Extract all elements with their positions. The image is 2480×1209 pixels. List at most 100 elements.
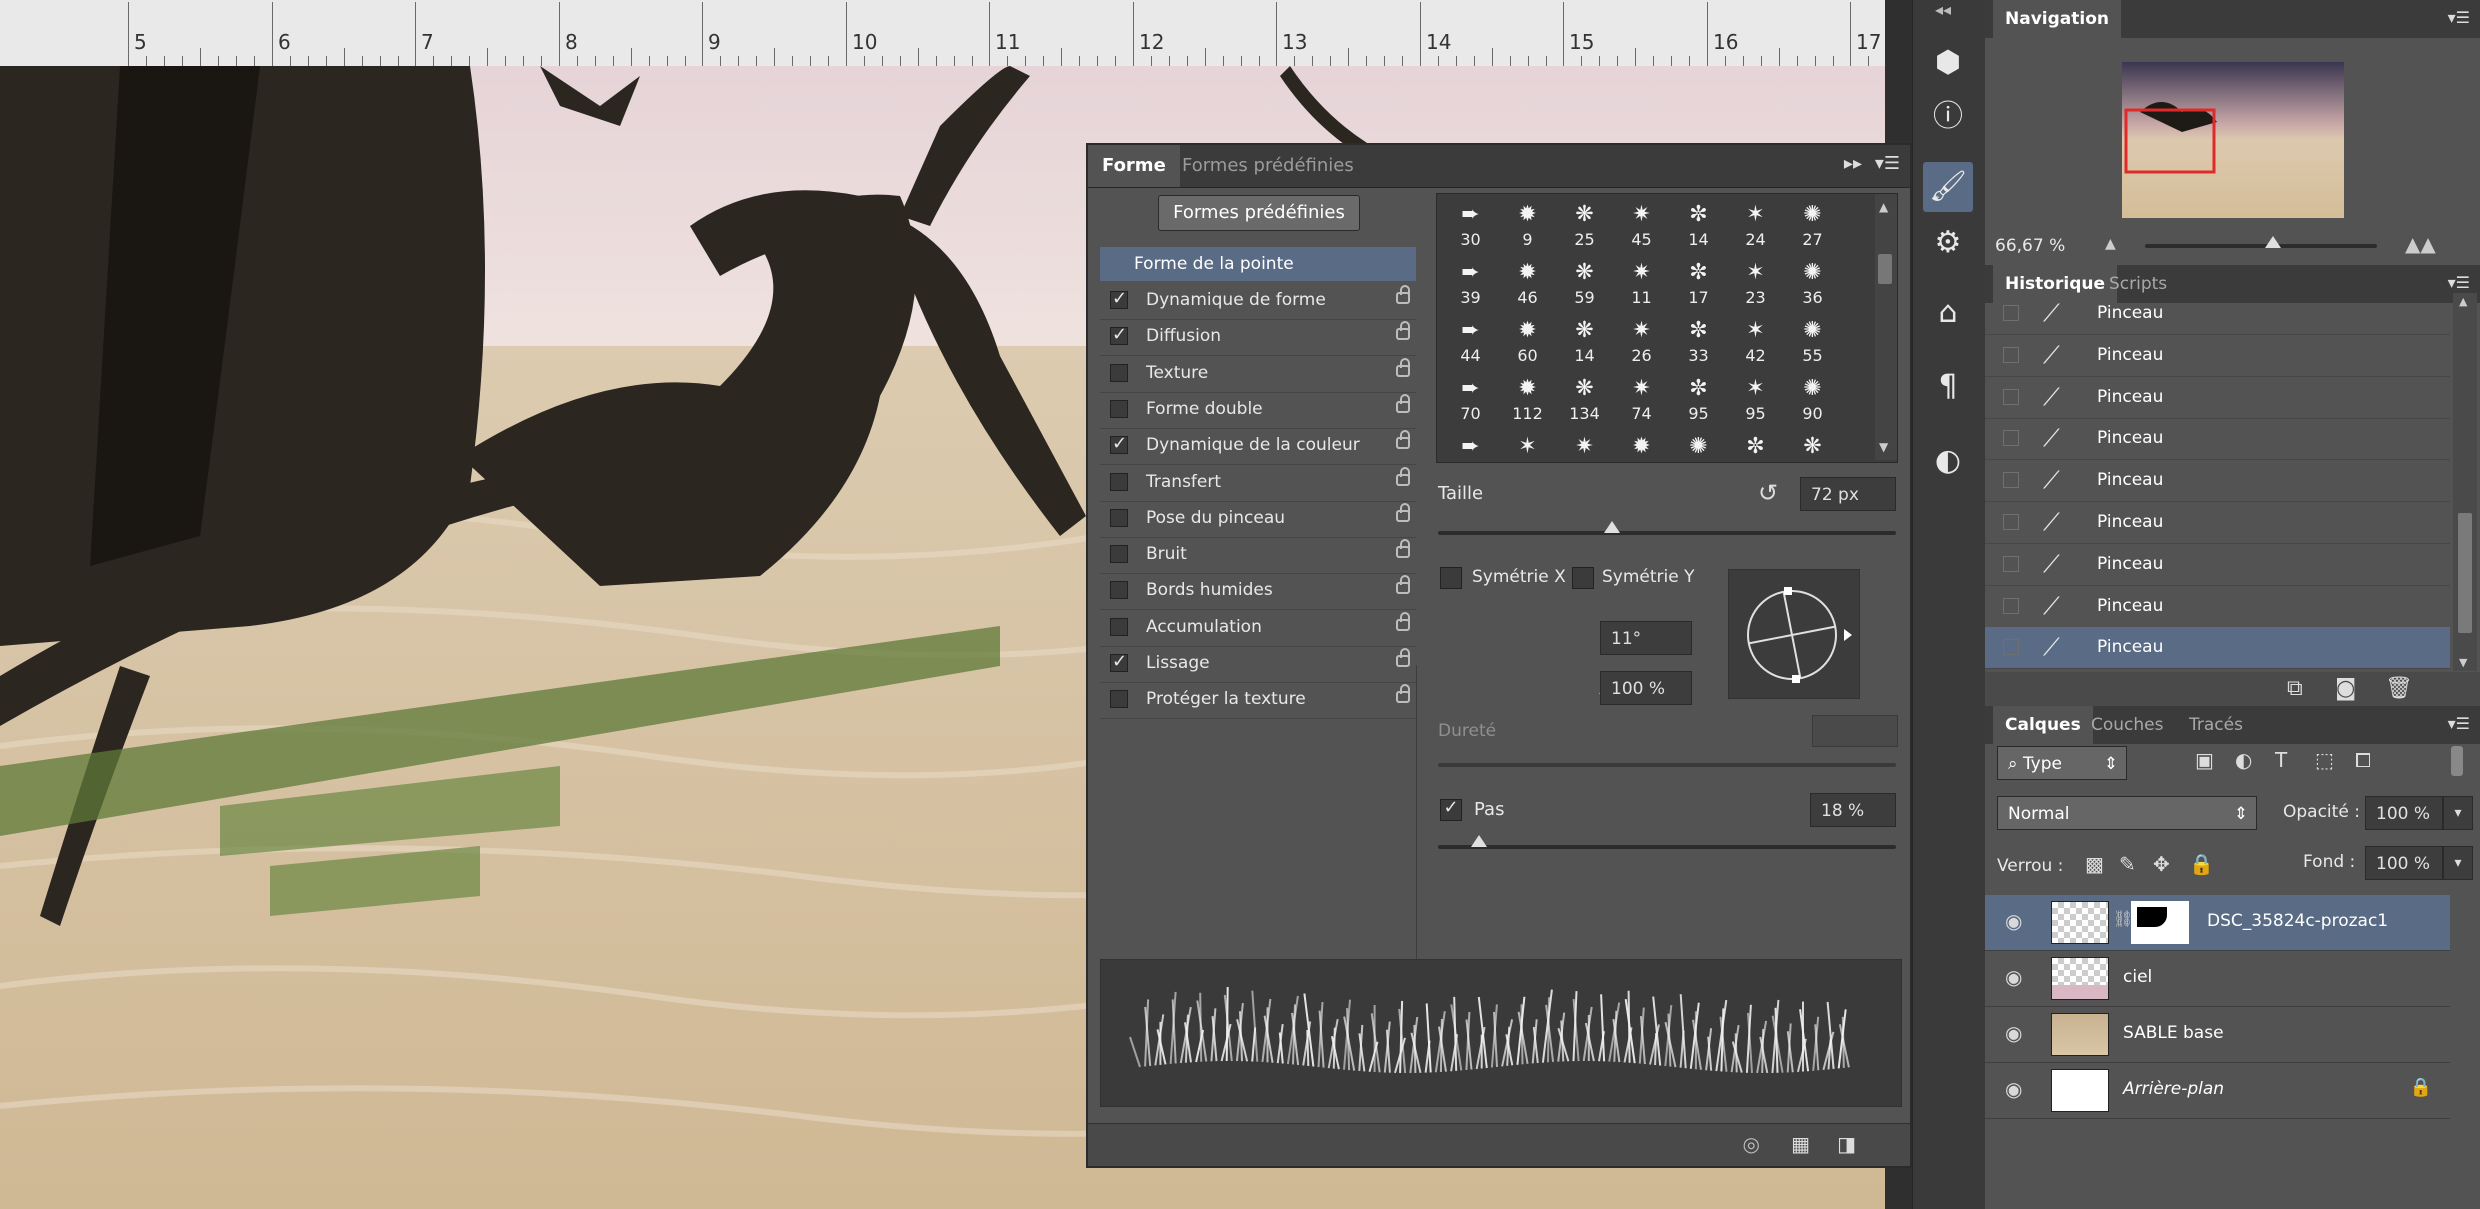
brush-option-row[interactable]: Forme double	[1100, 392, 1416, 429]
visibility-eye-icon[interactable]: ◉	[2005, 965, 2022, 989]
scroll-thumb[interactable]	[2458, 513, 2472, 633]
reset-size-icon[interactable]: ↺	[1758, 479, 1778, 507]
lock-icon[interactable]	[1396, 611, 1410, 631]
filter-adjustment-icon[interactable]: ◐	[2235, 748, 2252, 772]
panel-menu-icon[interactable]: ▾☰	[2448, 8, 2470, 27]
3d-icon[interactable]: ⬢	[1923, 38, 1973, 88]
grid-view-icon[interactable]: ▦	[1791, 1132, 1810, 1156]
brush-tip[interactable]: ✶	[1500, 432, 1555, 456]
history-state[interactable]: ⟋ Pinceau	[1985, 377, 2450, 419]
panel-menu-icon[interactable]: ▾☰	[2448, 273, 2470, 292]
history-scrollbar[interactable]: ▲ ▼	[2453, 293, 2477, 671]
brush-tip[interactable]: ✼ 33	[1671, 316, 1726, 374]
zoom-slider-thumb[interactable]	[2264, 236, 2281, 248]
brush-tip[interactable]: ✼ 14	[1671, 200, 1726, 258]
brush-tip[interactable]: ❋ 134	[1557, 374, 1612, 432]
layer-thumbnail[interactable]	[2051, 1013, 2109, 1056]
visibility-eye-icon[interactable]: ◉	[2005, 1021, 2022, 1045]
brush-tip[interactable]: ✶ 95	[1728, 374, 1783, 432]
layer-row[interactable]: ◉ SABLE base	[1985, 1007, 2450, 1063]
history-state[interactable]: ⟋ Pinceau	[1985, 293, 2450, 335]
trash-icon[interactable]: 🗑	[2385, 676, 2413, 701]
layer-row[interactable]: ◉ ⛓ DSC_35824c-prozac1	[1985, 895, 2450, 951]
brush-option-checkbox[interactable]	[1110, 508, 1128, 527]
filter-pixel-icon[interactable]: ▣	[2195, 748, 2214, 772]
fill-field[interactable]: 100 %	[2365, 846, 2443, 880]
symmetry-y-checkbox[interactable]	[1572, 567, 1594, 589]
layer-thumbnail[interactable]	[2051, 1069, 2109, 1112]
brush-tip[interactable]: ✼ 17	[1671, 258, 1726, 316]
brush-tip-grid[interactable]: ➨ 30 ✹ 9 ❋ 25 ✷ 45 ✼ 14 ✶ 24 ✺ 27 ➨ 39 ✹ 46 ❋ 59 ✷ 11 ✼ 17 ✶ 23 ✺ 3…	[1436, 193, 1898, 463]
brush-tip[interactable]: ✷ 11	[1614, 258, 1669, 316]
brush-option-checkbox[interactable]	[1110, 581, 1128, 600]
tip-grid-scrollbar[interactable]: ▲ ▼	[1875, 194, 1897, 460]
zoom-in-icon[interactable]: ▲▲	[2405, 232, 2436, 256]
paragraph-icon[interactable]: ¶	[1923, 362, 1973, 412]
history-snapshot-checkbox[interactable]	[2003, 430, 2019, 447]
layer-row[interactable]: ◉ ciel	[1985, 951, 2450, 1007]
tab-formes-predefinies[interactable]: Formes prédéfinies	[1168, 145, 1368, 187]
adjustments-icon[interactable]: ⚙	[1923, 218, 1973, 268]
collapse-dock-icon[interactable]: ◂◂	[1935, 0, 1951, 19]
brush-option-checkbox[interactable]	[1110, 399, 1128, 418]
brush-option-row[interactable]: Transfert	[1100, 465, 1416, 502]
brush-tip[interactable]: ✹ 112	[1500, 374, 1555, 432]
preset-brushes-button[interactable]: Formes prédéfinies	[1158, 195, 1360, 231]
brush-tip[interactable]: ➨ 39	[1443, 258, 1498, 316]
history-snapshot-checkbox[interactable]	[2003, 639, 2019, 656]
brush-option-checkbox[interactable]	[1110, 288, 1128, 309]
lock-transparency-icon[interactable]: ▩	[2085, 852, 2104, 876]
spacing-field[interactable]: 18 %	[1810, 793, 1896, 827]
size-slider-track[interactable]	[1438, 531, 1896, 535]
brush-option-checkbox[interactable]	[1110, 433, 1128, 455]
history-snapshot-checkbox[interactable]	[2003, 305, 2019, 321]
spacing-slider-thumb[interactable]	[1471, 835, 1488, 847]
tab-layers[interactable]: Calques	[1993, 706, 2093, 744]
brush-tip[interactable]: ✼ 95	[1671, 374, 1726, 432]
brush-tip[interactable]: ✶ 23	[1728, 258, 1783, 316]
brush-tip[interactable]: ✶ 24	[1728, 200, 1783, 258]
brush-option-checkbox[interactable]	[1110, 324, 1128, 346]
panel-menu-icon[interactable]: ▾☰	[2448, 714, 2470, 733]
brush-tip[interactable]: ✺ 90	[1785, 374, 1840, 432]
angle-field[interactable]: 11°	[1600, 621, 1692, 655]
tab-channels[interactable]: Couches	[2079, 706, 2175, 744]
lock-icon[interactable]	[1396, 393, 1410, 413]
lock-icon[interactable]	[1396, 575, 1410, 595]
tab-forme[interactable]: Forme	[1088, 145, 1180, 187]
brush-option-row[interactable]: Pose du pinceau	[1100, 501, 1416, 538]
spacing-slider-track[interactable]	[1438, 845, 1896, 849]
brush-option-row[interactable]: Diffusion	[1100, 319, 1416, 357]
lock-icon[interactable]	[1396, 466, 1410, 486]
brush-tip[interactable]: ❋ 59	[1557, 258, 1612, 316]
zoom-slider-track[interactable]	[2145, 244, 2377, 248]
brush-tip[interactable]: ✷	[1557, 432, 1612, 456]
filter-type-icon[interactable]: T	[2275, 748, 2287, 772]
size-slider-thumb[interactable]	[1604, 521, 1621, 533]
layer-name[interactable]: DSC_35824c-prozac1	[2207, 911, 2388, 931]
lock-position-icon[interactable]: ✥	[2153, 852, 2170, 876]
layer-name[interactable]: SABLE base	[2123, 1023, 2224, 1043]
brush-tip[interactable]: ✺ 55	[1785, 316, 1840, 374]
history-state[interactable]: ⟋ Pinceau	[1985, 502, 2450, 544]
brush-tip[interactable]: ➨	[1443, 432, 1498, 456]
layer-row[interactable]: ◉ Arrière-plan 🔒	[1985, 1063, 2450, 1119]
brush-tip[interactable]: ✺	[1671, 432, 1726, 456]
size-field[interactable]: 72 px	[1800, 477, 1896, 511]
brush-tip[interactable]: ➨ 70	[1443, 374, 1498, 432]
history-state[interactable]: ⟋ Pinceau	[1985, 627, 2450, 670]
brush-tip[interactable]: ❋ 14	[1557, 316, 1612, 374]
visibility-eye-icon[interactable]: ◉	[2005, 909, 2022, 933]
brush-option-row[interactable]: Texture	[1100, 356, 1416, 393]
brush-option-row[interactable]: Dynamique de forme	[1100, 283, 1416, 320]
lock-icon[interactable]	[1396, 357, 1410, 377]
layer-name[interactable]: Arrière-plan	[2123, 1079, 2224, 1099]
history-snapshot-checkbox[interactable]	[2003, 555, 2019, 572]
brush-tip[interactable]: ✹	[1614, 432, 1669, 456]
tab-navigation[interactable]: Navigation	[1993, 0, 2121, 38]
info-icon[interactable]: ⓘ	[1923, 92, 1973, 142]
history-snapshot-checkbox[interactable]	[2003, 472, 2019, 489]
brush-option-checkbox[interactable]	[1110, 472, 1128, 491]
scroll-down-icon[interactable]: ▼	[1879, 440, 1888, 454]
angle-roundness-widget[interactable]	[1728, 569, 1860, 699]
